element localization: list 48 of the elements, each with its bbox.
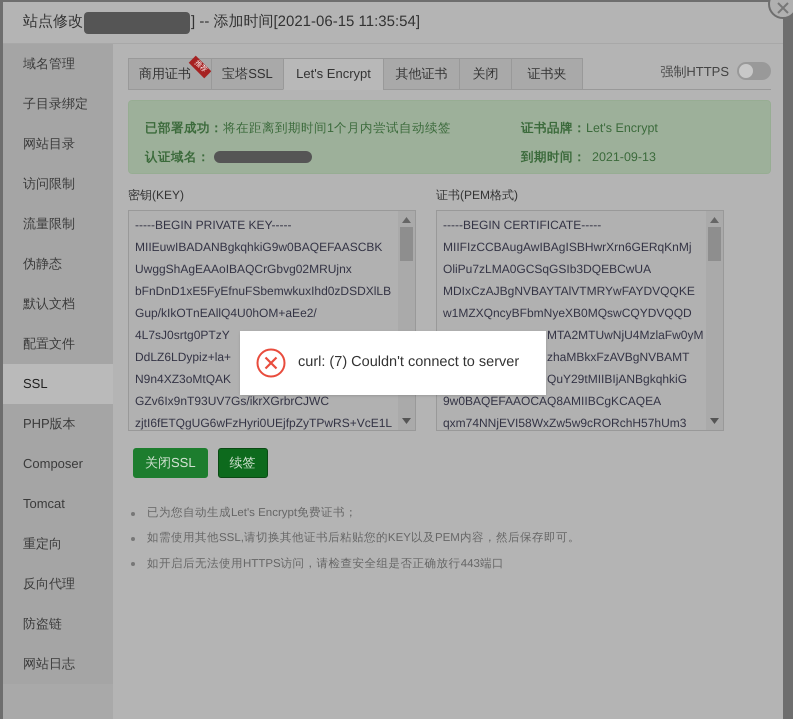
scroll-thumb[interactable] <box>708 227 721 261</box>
tab[interactable]: 其他证书 <box>383 58 460 90</box>
tab[interactable]: Let's Encrypt <box>283 58 384 90</box>
scroll-down-icon[interactable] <box>402 418 411 424</box>
note-text: 已为您自动生成Let's Encrypt免费证书； <box>147 506 358 521</box>
sidebar-item[interactable]: SSL <box>3 364 113 404</box>
tab[interactable]: 证书夹 <box>511 58 583 90</box>
sidebar-item[interactable]: 网站日志 <box>3 644 113 684</box>
sidebar-item[interactable]: 重定向 <box>3 524 113 564</box>
toggle-switch[interactable] <box>737 62 771 80</box>
field-label: 密钥(KEY) <box>128 187 186 204</box>
note-text: 如开启后无法使用HTTPS访问，请检查安全组是否正确放行443端口 <box>147 556 504 572</box>
sidebar-item[interactable]: PHP版本 <box>3 404 113 444</box>
error-icon <box>256 348 286 378</box>
action-button[interactable]: 续签 <box>218 448 268 478</box>
sidebar-item[interactable]: 域名管理 <box>3 44 113 84</box>
status-text: 2021-09-13 <box>592 148 656 166</box>
scroll-thumb[interactable] <box>400 227 413 261</box>
sidebar-item[interactable]: 访问限制 <box>3 164 113 204</box>
tab[interactable]: 关闭 <box>459 58 512 90</box>
sidebar-item[interactable]: 子目录绑定 <box>3 84 113 124</box>
field-label: 证书(PEM格式) <box>436 187 519 204</box>
sidebar-item[interactable]: Composer <box>3 444 113 484</box>
action-button[interactable]: 关闭SSL <box>133 448 208 478</box>
force-https-label: 强制HTTPS <box>660 62 729 80</box>
sidebar-item[interactable]: 网站目录 <box>3 124 113 164</box>
close-icon <box>777 2 789 14</box>
scrollbar[interactable] <box>706 211 723 430</box>
sidebar-item[interactable]: 反向代理 <box>3 564 113 604</box>
scroll-up-icon[interactable] <box>402 217 411 223</box>
status-text: 将在距离到期时间1个月内尝试自动续签 <box>223 120 451 137</box>
status-text: Let's Encrypt <box>586 120 658 137</box>
status-label: 认证域名： <box>145 148 210 166</box>
tab[interactable]: 宝塔SSL <box>211 58 284 90</box>
scroll-up-icon[interactable] <box>710 217 719 223</box>
sidebar-item[interactable]: 配置文件 <box>3 324 113 364</box>
status-label: 证书品牌： <box>521 120 586 137</box>
scroll-down-icon[interactable] <box>710 418 719 424</box>
status-label: 到期时间： <box>521 148 586 166</box>
sidebar-item[interactable]: 伪静态 <box>3 244 113 284</box>
sidebar-item[interactable]: 流量限制 <box>3 204 113 244</box>
sidebar-item[interactable]: 默认文档 <box>3 284 113 324</box>
window-title: ] -- 添加时间[2021-06-15 11:35:54] <box>191 12 420 32</box>
sidebar-item[interactable]: 防盗链 <box>3 604 113 644</box>
window-title: 站点修改 <box>23 12 83 32</box>
sidebar-item[interactable]: Tomcat <box>3 484 113 524</box>
status-label: 已部署成功： <box>145 120 223 137</box>
note-text: 如需使用其他SSL,请切换其他证书后粘贴您的KEY以及PEM内容，然后保存即可。 <box>147 530 580 546</box>
